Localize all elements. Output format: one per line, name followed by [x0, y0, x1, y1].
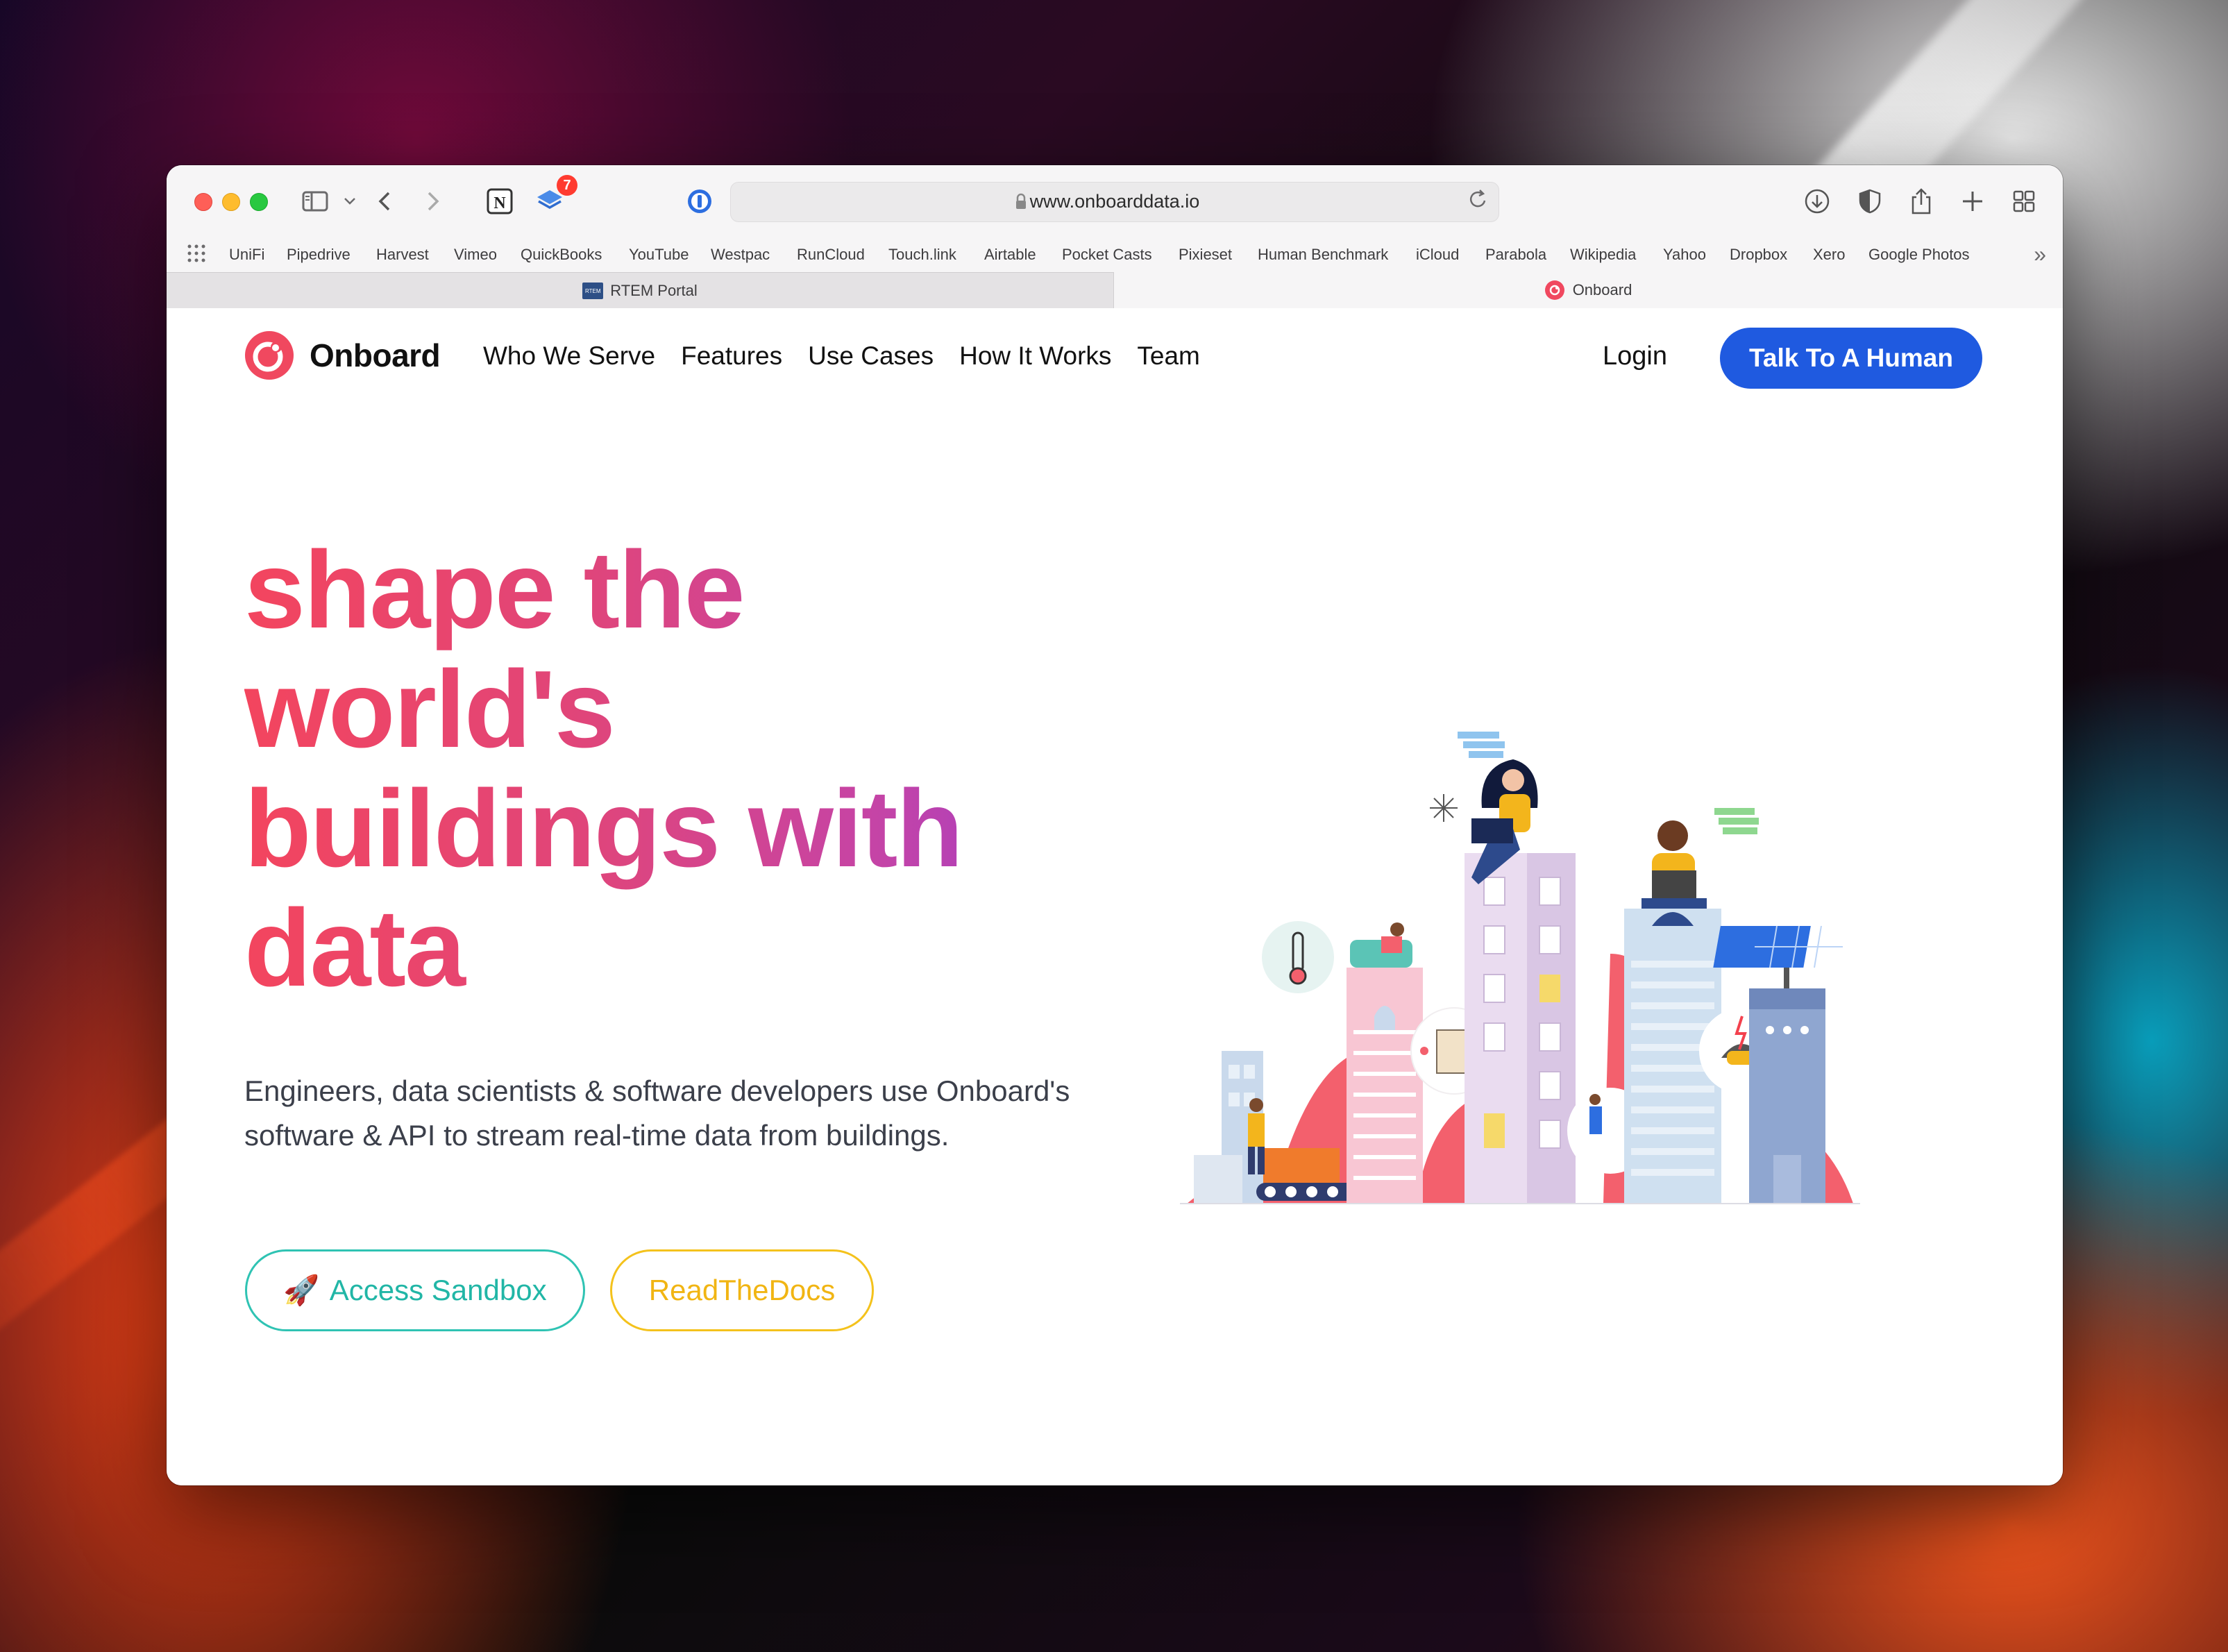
bookmarks-bar: UniFi Pipedrive Harvest Vimeo QuickBooks… — [167, 237, 2063, 272]
extension-badge: 7 — [557, 175, 577, 196]
buildings-illustration — [1180, 732, 1860, 1204]
web-page: Onboard Who We Serve Features Use Cases … — [167, 308, 2063, 1485]
tab-label: RTEM Portal — [610, 282, 698, 299]
bookmark-item[interactable]: QuickBooks — [521, 246, 602, 264]
bookmark-item[interactable]: Harvest — [376, 246, 429, 264]
access-sandbox-label: Access Sandbox — [329, 1274, 547, 1306]
bookmark-item[interactable]: Pipedrive — [287, 246, 351, 264]
nav-team[interactable]: Team — [1137, 342, 1199, 371]
tab-overview-icon[interactable] — [2007, 185, 2041, 218]
nav-who-we-serve[interactable]: Who We Serve — [483, 342, 655, 371]
login-link[interactable]: Login — [1603, 342, 1667, 371]
bookmark-item[interactable]: YouTube — [629, 246, 689, 264]
sidebar-toggle-icon[interactable] — [298, 185, 332, 218]
svg-text:N: N — [493, 194, 506, 212]
share-icon[interactable] — [1905, 185, 1938, 218]
nav-menu: Who We Serve Features Use Cases How It W… — [483, 342, 1226, 371]
bookmark-item[interactable]: Pocket Casts — [1062, 246, 1152, 264]
tab-onboard[interactable]: Onboard — [1114, 272, 2063, 308]
tab-rtem-portal[interactable]: RTEM RTEM Portal — [167, 272, 1114, 309]
headline-line: buildings with — [244, 768, 962, 890]
address-bar[interactable]: www.onboarddata.io — [730, 182, 1499, 222]
tab-label: Onboard — [1572, 281, 1632, 298]
nav-how-it-works[interactable]: How It Works — [959, 342, 1111, 371]
onboard-favicon — [1544, 280, 1564, 300]
url-text: www.onboarddata.io — [1029, 191, 1200, 212]
headline-line: shape the — [244, 529, 744, 651]
browser-toolbar: N 7 www.onboarddata.io — [167, 165, 2063, 237]
reload-icon[interactable] — [1468, 188, 1489, 217]
site-navbar: Onboard Who We Serve Features Use Cases … — [167, 308, 2063, 412]
bookmark-item[interactable]: iCloud — [1416, 246, 1459, 264]
read-the-docs-button[interactable]: ReadTheDocs — [610, 1249, 874, 1331]
bookmark-item[interactable]: UniFi — [229, 246, 264, 264]
minimize-window-button[interactable] — [222, 193, 240, 211]
bookmark-item[interactable]: Parabola — [1485, 246, 1546, 264]
forward-arrow-icon[interactable] — [416, 185, 450, 218]
bookmark-item[interactable]: Yahoo — [1663, 246, 1706, 264]
rocket-icon: 🚀 — [283, 1273, 320, 1306]
hero-subheading: Engineers, data scientists & software de… — [244, 1074, 1070, 1152]
privacy-shield-icon[interactable] — [1853, 185, 1887, 218]
onboard-logo-icon — [245, 331, 294, 380]
headline-line: world's — [244, 648, 614, 770]
notion-extension-icon[interactable]: N — [483, 185, 516, 218]
bookmark-item[interactable]: Xero — [1813, 246, 1845, 264]
bookmark-item[interactable]: Touch.link — [888, 246, 956, 264]
close-window-button[interactable] — [194, 193, 212, 211]
new-tab-plus-icon[interactable] — [1956, 185, 1989, 218]
bookmark-item[interactable]: Google Photos — [1868, 246, 1970, 264]
brand-logo[interactable]: Onboard — [244, 330, 441, 380]
browser-window: N 7 www.onboarddata.io UniFi Pipedrive H… — [167, 165, 2063, 1485]
browser-chrome: N 7 www.onboarddata.io UniFi Pipedrive H… — [167, 165, 2063, 309]
talk-to-human-button[interactable]: Talk To A Human — [1720, 328, 1982, 389]
brand-name: Onboard — [310, 337, 441, 373]
password-manager-icon[interactable] — [683, 185, 716, 218]
headline-line: data — [244, 887, 464, 1009]
apps-grid-icon[interactable] — [186, 243, 207, 264]
access-sandbox-button[interactable]: 🚀 Access Sandbox — [245, 1249, 585, 1331]
hero-headline: shape the world's buildings with data — [244, 530, 1216, 1008]
fullscreen-window-button[interactable] — [250, 193, 268, 211]
nav-use-cases[interactable]: Use Cases — [808, 342, 934, 371]
nav-features[interactable]: Features — [681, 342, 782, 371]
bookmark-item[interactable]: Vimeo — [454, 246, 497, 264]
rtem-favicon: RTEM — [582, 283, 604, 299]
chevron-down-icon[interactable] — [333, 185, 366, 218]
tab-strip: RTEM RTEM Portal Onboard — [167, 272, 2063, 309]
bookmark-item[interactable]: Human Benchmark — [1258, 246, 1388, 264]
bookmark-item[interactable]: Wikipedia — [1570, 246, 1636, 264]
download-icon[interactable] — [1800, 185, 1834, 218]
bookmark-item[interactable]: Airtable — [984, 246, 1036, 264]
chevron-right-double-icon[interactable]: » — [2034, 242, 2046, 267]
back-arrow-icon[interactable] — [368, 185, 401, 218]
bookmark-item[interactable]: Pixieset — [1179, 246, 1232, 264]
bookmark-item[interactable]: Dropbox — [1730, 246, 1787, 264]
bookmark-item[interactable]: Westpac — [711, 246, 770, 264]
bookmark-item[interactable]: RunCloud — [797, 246, 865, 264]
